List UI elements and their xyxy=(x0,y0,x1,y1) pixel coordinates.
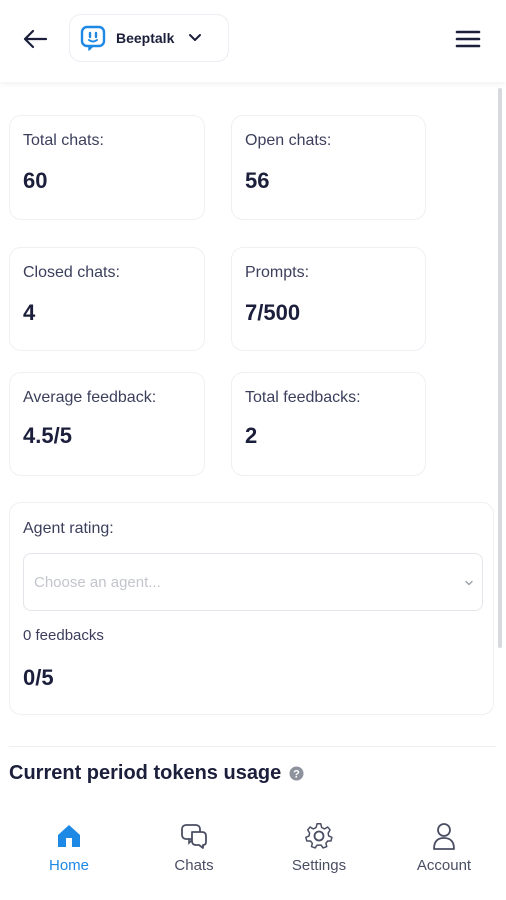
chats-icon xyxy=(181,824,207,849)
settings-icon xyxy=(305,823,333,849)
stat-value: 2 xyxy=(245,423,258,448)
agent-select-placeholder: Choose an agent... xyxy=(34,574,161,591)
nav-label: Home xyxy=(48,857,89,874)
svg-text:?: ? xyxy=(293,769,300,781)
stat-value: 60 xyxy=(23,168,48,193)
top-bar: Beeptalk xyxy=(0,0,506,82)
workspace-name: Beeptalk xyxy=(116,30,175,46)
nav-item-home[interactable]: Home xyxy=(19,817,119,887)
stat-card-total-feedbacks: Total feedbacks: 2 xyxy=(231,372,426,476)
divider xyxy=(9,746,496,747)
agent-rating-label: Agent rating: xyxy=(23,520,114,537)
help-icon[interactable]: ? xyxy=(289,766,304,781)
nav-label: Chats xyxy=(174,857,214,874)
stat-value: 7/500 xyxy=(245,300,301,325)
stat-label: Total chats: xyxy=(23,132,104,149)
arrow-left-icon xyxy=(23,29,48,49)
chevron-down-icon xyxy=(465,580,473,586)
stat-card-average-feedback: Average feedback: 4.5/5 xyxy=(9,372,205,476)
beeptalk-logo-icon xyxy=(80,25,106,51)
stat-card-closed-chats: Closed chats: 4 xyxy=(9,247,205,351)
stat-label: Prompts: xyxy=(245,264,310,281)
bottom-navigation: Home Chats Settings Account xyxy=(0,805,506,900)
stat-value: 4 xyxy=(23,300,36,325)
stat-label: Open chats: xyxy=(245,132,332,149)
stat-card-open-chats: Open chats: 56 xyxy=(231,115,426,220)
stat-card-total-chats: Total chats: 60 xyxy=(9,115,205,220)
stat-card-prompts: Prompts: 7/500 xyxy=(231,247,426,351)
section-title-text: Current period tokens usage xyxy=(9,762,282,784)
feedbacks-count: 0 feedbacks xyxy=(23,627,104,644)
workspace-selector[interactable]: Beeptalk xyxy=(69,14,229,62)
stat-value: 56 xyxy=(245,168,270,193)
back-button[interactable] xyxy=(18,22,52,56)
stat-label: Closed chats: xyxy=(23,264,120,281)
nav-item-chats[interactable]: Chats xyxy=(144,817,244,887)
stat-value: 4.5/5 xyxy=(23,423,72,448)
menu-button[interactable] xyxy=(454,25,482,53)
chevron-down-icon xyxy=(189,34,202,41)
nav-label: Settings xyxy=(291,857,347,874)
scrollbar[interactable] xyxy=(498,88,502,648)
agent-score: 0/5 xyxy=(23,665,54,690)
agent-select[interactable]: Choose an agent... xyxy=(23,553,483,611)
agent-rating-card: Agent rating: Choose an agent... 0 feedb… xyxy=(9,502,494,715)
nav-item-settings[interactable]: Settings xyxy=(269,817,369,887)
nav-item-account[interactable]: Account xyxy=(394,817,494,887)
tokens-usage-heading: Current period tokens usage ? xyxy=(9,762,304,785)
hamburger-menu-icon xyxy=(455,30,481,48)
stat-label: Total feedbacks: xyxy=(245,389,361,406)
account-icon xyxy=(433,823,455,850)
nav-label: Account xyxy=(416,857,472,874)
home-icon xyxy=(58,825,80,847)
stat-label: Average feedback: xyxy=(23,389,157,406)
